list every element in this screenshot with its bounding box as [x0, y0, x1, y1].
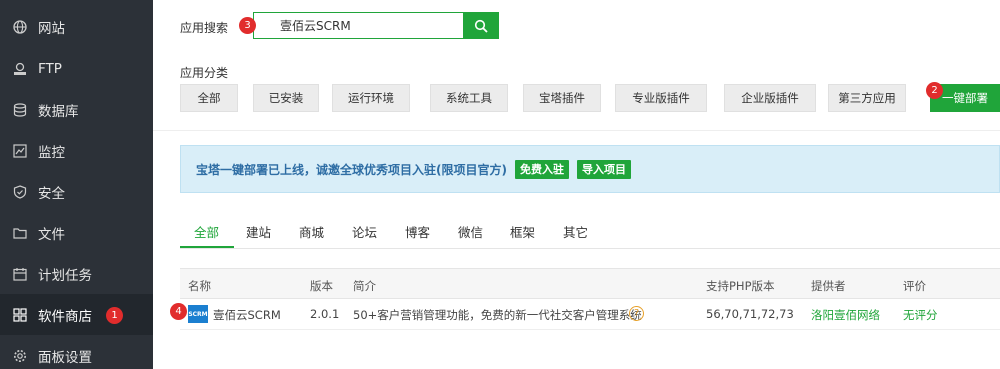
step-badge-4: 4 [170, 303, 187, 320]
app-description: 50+客户营销管理功能，免费的新一代社交客户管理系统 [353, 308, 642, 322]
sidebar-item-panel-settings[interactable]: 面板设置 [0, 335, 153, 369]
app-rating[interactable]: 无评分 [903, 307, 938, 323]
main-content: 应用搜索 3 应用分类 全部 已安装 运行环境 系统工具 宝塔插件 专业版插件 … [153, 0, 1000, 369]
category-bt-plugins[interactable]: 宝塔插件 [523, 84, 601, 112]
app-version: 2.0.1 [310, 307, 340, 321]
step-badge-2: 2 [926, 82, 943, 99]
sidebar-item-database[interactable]: 数据库 [0, 89, 153, 130]
folder-icon [13, 226, 27, 240]
grid-icon [13, 307, 27, 322]
column-header-php-version: 支持PHP版本 [706, 279, 775, 293]
database-icon [13, 102, 27, 117]
monitor-icon [13, 143, 27, 158]
app-name: 壹佰云SCRM [213, 308, 281, 322]
column-header-rating: 评价 [903, 279, 926, 293]
sidebar-item-cron[interactable]: 计划任务 [0, 253, 153, 294]
sidebar-item-label: 监控 [38, 144, 65, 161]
sidebar-item-label: FTP [38, 60, 62, 77]
step-badge-3: 3 [239, 17, 256, 34]
sidebar-item-security[interactable]: 安全 [0, 171, 153, 212]
tab-forum[interactable]: 论坛 [352, 222, 377, 241]
category-runtime[interactable]: 运行环境 [332, 84, 410, 112]
sidebar-item-label: 数据库 [38, 103, 79, 120]
tabs-divider [180, 248, 1000, 249]
import-project-button[interactable]: 导入项目 [576, 159, 631, 179]
app-php-versions: 56,70,71,72,73 [706, 307, 794, 321]
column-header-provider: 提供者 [811, 279, 846, 293]
search-box [253, 12, 499, 39]
sidebar-item-label: 计划任务 [38, 267, 92, 284]
step-badge-1: 1 [106, 307, 123, 324]
tab-all[interactable]: 全部 [194, 222, 219, 241]
help-icon[interactable]: ? [629, 306, 644, 321]
shield-icon [13, 184, 27, 199]
sidebar: 网站 FTP 数据库 监控 安全 文件 计划任务 软件商店 1 面板设置 [0, 0, 153, 369]
sidebar-item-label: 面板设置 [38, 349, 92, 366]
category-installed[interactable]: 已安装 [253, 84, 319, 112]
sidebar-item-ftp[interactable]: FTP [0, 48, 153, 89]
column-header-version: 版本 [310, 279, 333, 293]
sidebar-item-label: 软件商店 [38, 308, 92, 325]
category-label: 应用分类 [180, 66, 229, 80]
app-logo: SCRM [188, 305, 208, 323]
tab-website[interactable]: 建站 [246, 222, 271, 241]
tab-blog[interactable]: 博客 [405, 222, 430, 241]
sidebar-item-files[interactable]: 文件 [0, 212, 153, 253]
column-header-description: 简介 [353, 279, 376, 293]
category-enterprise-plugins[interactable]: 企业版插件 [724, 84, 816, 112]
sidebar-item-label: 文件 [38, 226, 65, 243]
sidebar-item-label: 网站 [38, 20, 65, 37]
tab-framework[interactable]: 框架 [510, 222, 535, 241]
column-header-name: 名称 [188, 279, 211, 293]
search-button[interactable] [463, 13, 498, 38]
sidebar-item-software-store[interactable]: 软件商店 [0, 294, 153, 335]
category-third-party[interactable]: 第三方应用 [828, 84, 906, 112]
table-row[interactable]: SCRM 壹佰云SCRM 2.0.1 50+客户营销管理功能，免费的新一代社交客… [180, 299, 1000, 330]
search-icon [474, 19, 488, 33]
app-provider-link[interactable]: 洛阳壹佰网络 [811, 307, 880, 323]
calendar-icon [13, 267, 27, 281]
table-header: 名称 版本 简介 支持PHP版本 提供者 评价 [180, 268, 1000, 299]
category-all[interactable]: 全部 [180, 84, 238, 112]
deploy-announcement-banner: 宝塔一键部署已上线，诚邀全球优秀项目入驻(限项目官方) 免费入驻 导入项目 [180, 145, 1000, 193]
banner-text: 宝塔一键部署已上线，诚邀全球优秀项目入驻(限项目官方) [196, 162, 507, 177]
globe-icon [13, 19, 27, 34]
sidebar-item-label: 安全 [38, 185, 65, 202]
tab-wechat[interactable]: 微信 [458, 222, 483, 241]
gear-icon [13, 349, 27, 363]
category-pro-plugins[interactable]: 专业版插件 [615, 84, 707, 112]
sidebar-item-website[interactable]: 网站 [0, 6, 153, 47]
tab-other[interactable]: 其它 [563, 222, 588, 241]
category-system-tools[interactable]: 系统工具 [430, 84, 508, 112]
sidebar-item-monitor[interactable]: 监控 [0, 130, 153, 171]
search-input[interactable] [254, 13, 464, 38]
divider [153, 130, 1000, 131]
free-join-button[interactable]: 免费入驻 [514, 159, 569, 179]
ftp-icon [13, 62, 27, 76]
search-label: 应用搜索 [180, 21, 229, 35]
tab-mall[interactable]: 商城 [299, 222, 324, 241]
